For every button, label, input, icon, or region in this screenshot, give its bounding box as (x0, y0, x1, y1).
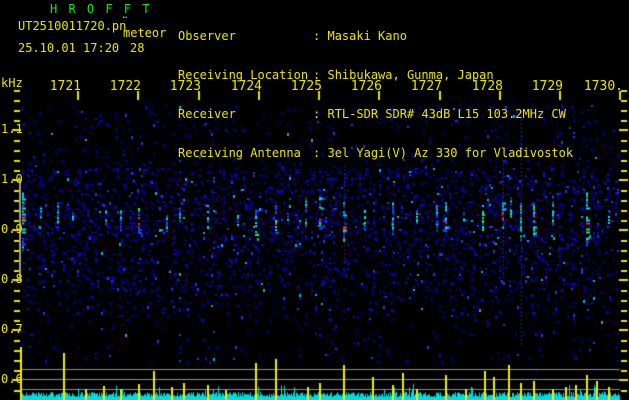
info-label: Receiving Antenna (178, 146, 301, 160)
freq-tick-label: 0.6 (1, 372, 23, 386)
info-label: Observer (178, 29, 236, 43)
time-tick-label: 1727 (410, 79, 442, 94)
y-axis-unit-label: kHz (1, 76, 23, 90)
time-tick-label: 1725 (290, 79, 322, 94)
hrofft-screen: H R O F F T UT2510011720.pn ¨ meteor 25.… (0, 0, 629, 400)
echo-count-label: 28 (130, 41, 145, 55)
time-tick-label: 1730. (583, 79, 623, 94)
info-row: Observer: Masaki Kano (178, 30, 573, 43)
info-colon: : (313, 107, 321, 121)
freq-tick-label: 0.7 (1, 322, 23, 336)
time-tick-label: 1722 (109, 79, 141, 94)
time-tick-label: 1729 (531, 79, 563, 94)
time-tick-label: 1724 (230, 79, 262, 94)
datetime-label: 25.10.01 17:20 (18, 41, 120, 55)
info-label: Receiver (178, 107, 236, 121)
freq-tick-label: 0.9 (1, 222, 23, 236)
info-colon: : (313, 146, 321, 160)
freq-tick-label: 0.8 (1, 272, 23, 286)
info-value: 3el Yagi(V) Az 330 for Vladivostok (327, 146, 574, 160)
freq-tick-label: 1.0 (1, 172, 23, 186)
time-tick-label: 1721 (49, 79, 81, 94)
file-overlay-label: meteor (123, 26, 167, 40)
time-tick-label: 1723 (169, 79, 201, 94)
info-colon: : (313, 29, 321, 43)
info-value: Masaki Kano (327, 29, 407, 43)
time-tick-label: 1726 (350, 79, 382, 94)
info-row: Receiver: RTL-SDR SDR# 43dB L15 103.2MHz… (178, 108, 573, 121)
info-row: Receiving Antenna: 3el Yagi(V) Az 330 fo… (178, 147, 573, 160)
time-tick-label: 1728 (471, 79, 503, 94)
file-id-label: UT2510011720.pn (18, 19, 127, 33)
receiver-info-block: Observer: Masaki Kano Receiving Location… (178, 4, 573, 186)
freq-tick-label: 1.1 (1, 122, 23, 136)
info-value: RTL-SDR SDR# 43dB L15 103.2MHz CW (327, 107, 566, 121)
app-title: H R O F F T (50, 2, 152, 16)
